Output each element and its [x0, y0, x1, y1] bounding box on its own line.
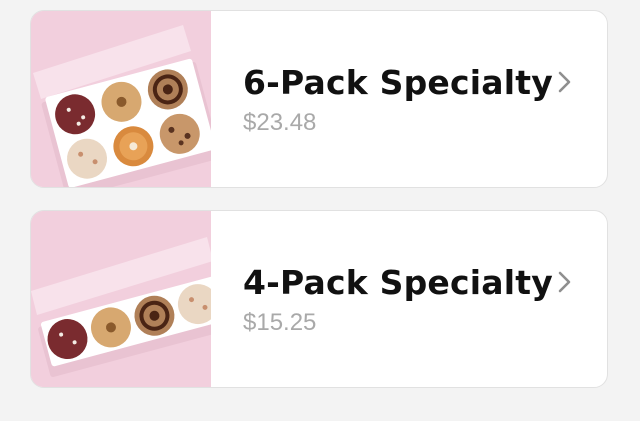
product-image — [31, 11, 211, 187]
product-image — [31, 211, 211, 387]
product-price: $15.25 — [243, 309, 317, 336]
product-card-6-pack[interactable]: 6-Pack Specialty $23.48 — [30, 10, 608, 188]
chevron-right-icon[interactable] — [557, 69, 573, 95]
product-card-4-pack[interactable]: 4-Pack Specialty $15.25 — [30, 210, 608, 388]
cookie-box-4-icon — [31, 211, 211, 387]
product-title: 4-Pack Specialty — [243, 263, 553, 302]
product-title: 6-Pack Specialty — [243, 63, 553, 102]
chevron-right-icon[interactable] — [557, 269, 573, 295]
product-list: 6-Pack Specialty $23.48 4-Pack Specialty… — [0, 0, 640, 421]
cookie-box-6-icon — [31, 11, 211, 187]
product-price: $23.48 — [243, 109, 317, 136]
